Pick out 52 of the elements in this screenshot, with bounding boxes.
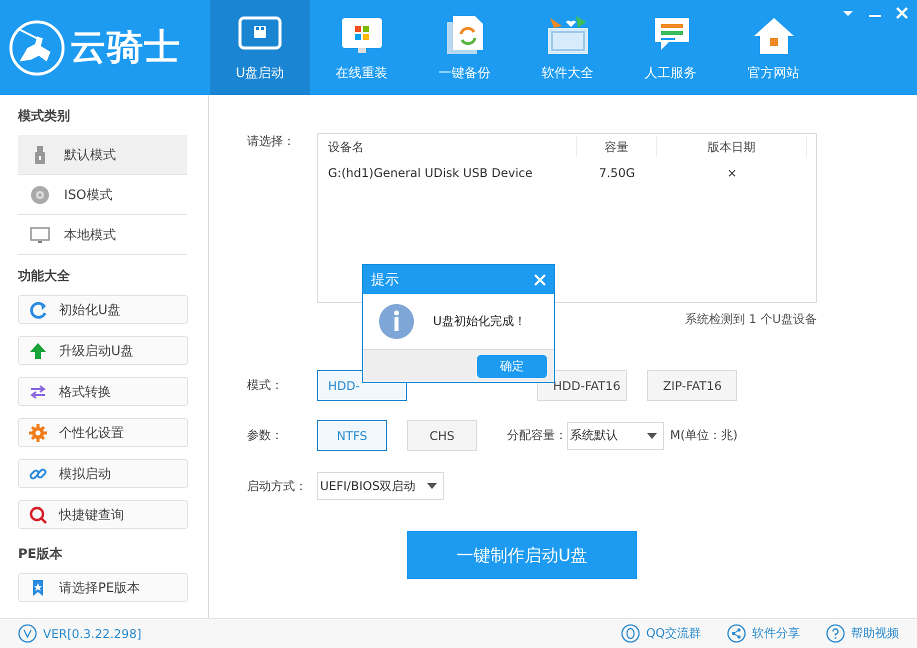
v-circle-icon <box>18 624 37 643</box>
field-label: 模式： <box>247 377 284 394</box>
function-button[interactable]: 初始化U盘 <box>18 295 188 324</box>
disc-icon <box>30 184 50 204</box>
up-arrow-icon <box>29 342 47 360</box>
version-text: VER[0.3.22.298] <box>43 626 142 640</box>
section-title: 功能大全 <box>18 268 71 286</box>
section-title: 模式类别 <box>18 108 71 126</box>
mode-item[interactable]: 本地模式 <box>18 215 187 255</box>
boot-mode-dropdown[interactable]: UEFI/BIOS双启动 <box>317 472 444 500</box>
size-dropdown[interactable]: 系统默认 <box>567 422 664 450</box>
function-button[interactable]: 模拟启动 <box>18 459 188 488</box>
caret-icon <box>647 432 657 438</box>
column-header: 版本日期 <box>657 137 807 157</box>
field-label: 请选择： <box>247 133 296 150</box>
close-icon <box>895 6 909 20</box>
nav-tab[interactable]: U盘启动 <box>210 0 310 95</box>
table-cell-text: × <box>726 166 738 180</box>
dialog-message: U盘初始化完成！ <box>433 313 526 330</box>
close-icon[interactable] <box>534 274 546 286</box>
param-option[interactable]: CHS <box>407 420 477 451</box>
column-header: 设备名 <box>318 137 577 157</box>
column-header: 容量 <box>577 137 657 157</box>
swap-arrows-icon <box>29 382 47 400</box>
section-title: PE版本 <box>18 546 64 564</box>
table-cell-text: 7.50G <box>598 166 636 180</box>
function-button[interactable]: 快捷键查询 <box>18 500 188 529</box>
mode-option[interactable]: ZIP-FAT16 <box>647 370 737 401</box>
search-icon <box>29 506 47 524</box>
unit-label: M(单位：兆) <box>670 427 738 444</box>
device-count-text: 系统检测到 1 个U盘设备 <box>685 311 818 328</box>
refresh-icon <box>29 300 47 318</box>
logo-text: 云骑士 <box>70 26 181 70</box>
function-button[interactable]: 升级启动U盘 <box>18 336 188 365</box>
dialog-title: 提示 <box>371 270 399 288</box>
mode-option[interactable]: HDD-FAT16 <box>537 370 627 401</box>
caret-icon <box>427 483 437 489</box>
share-icon <box>727 624 746 643</box>
minimize-icon <box>869 15 881 17</box>
monitor-icon <box>30 224 50 244</box>
field-label: 分配容量： <box>507 427 567 444</box>
gear-icon <box>29 424 47 442</box>
table-cell-text: G:(hd1)General UDisk USB Device <box>327 166 534 180</box>
mode-item[interactable]: 默认模式 <box>18 135 187 175</box>
info-icon <box>378 303 415 340</box>
function-button[interactable]: 格式转换 <box>18 377 188 406</box>
function-button[interactable]: 请选择PE版本 <box>18 573 188 602</box>
help-icon <box>826 624 845 643</box>
field-label: 启动方式： <box>247 478 308 494</box>
function-button[interactable]: 个性化设置 <box>18 418 188 447</box>
field-label: 参数： <box>247 427 284 444</box>
mode-item[interactable]: ISO模式 <box>18 175 187 215</box>
